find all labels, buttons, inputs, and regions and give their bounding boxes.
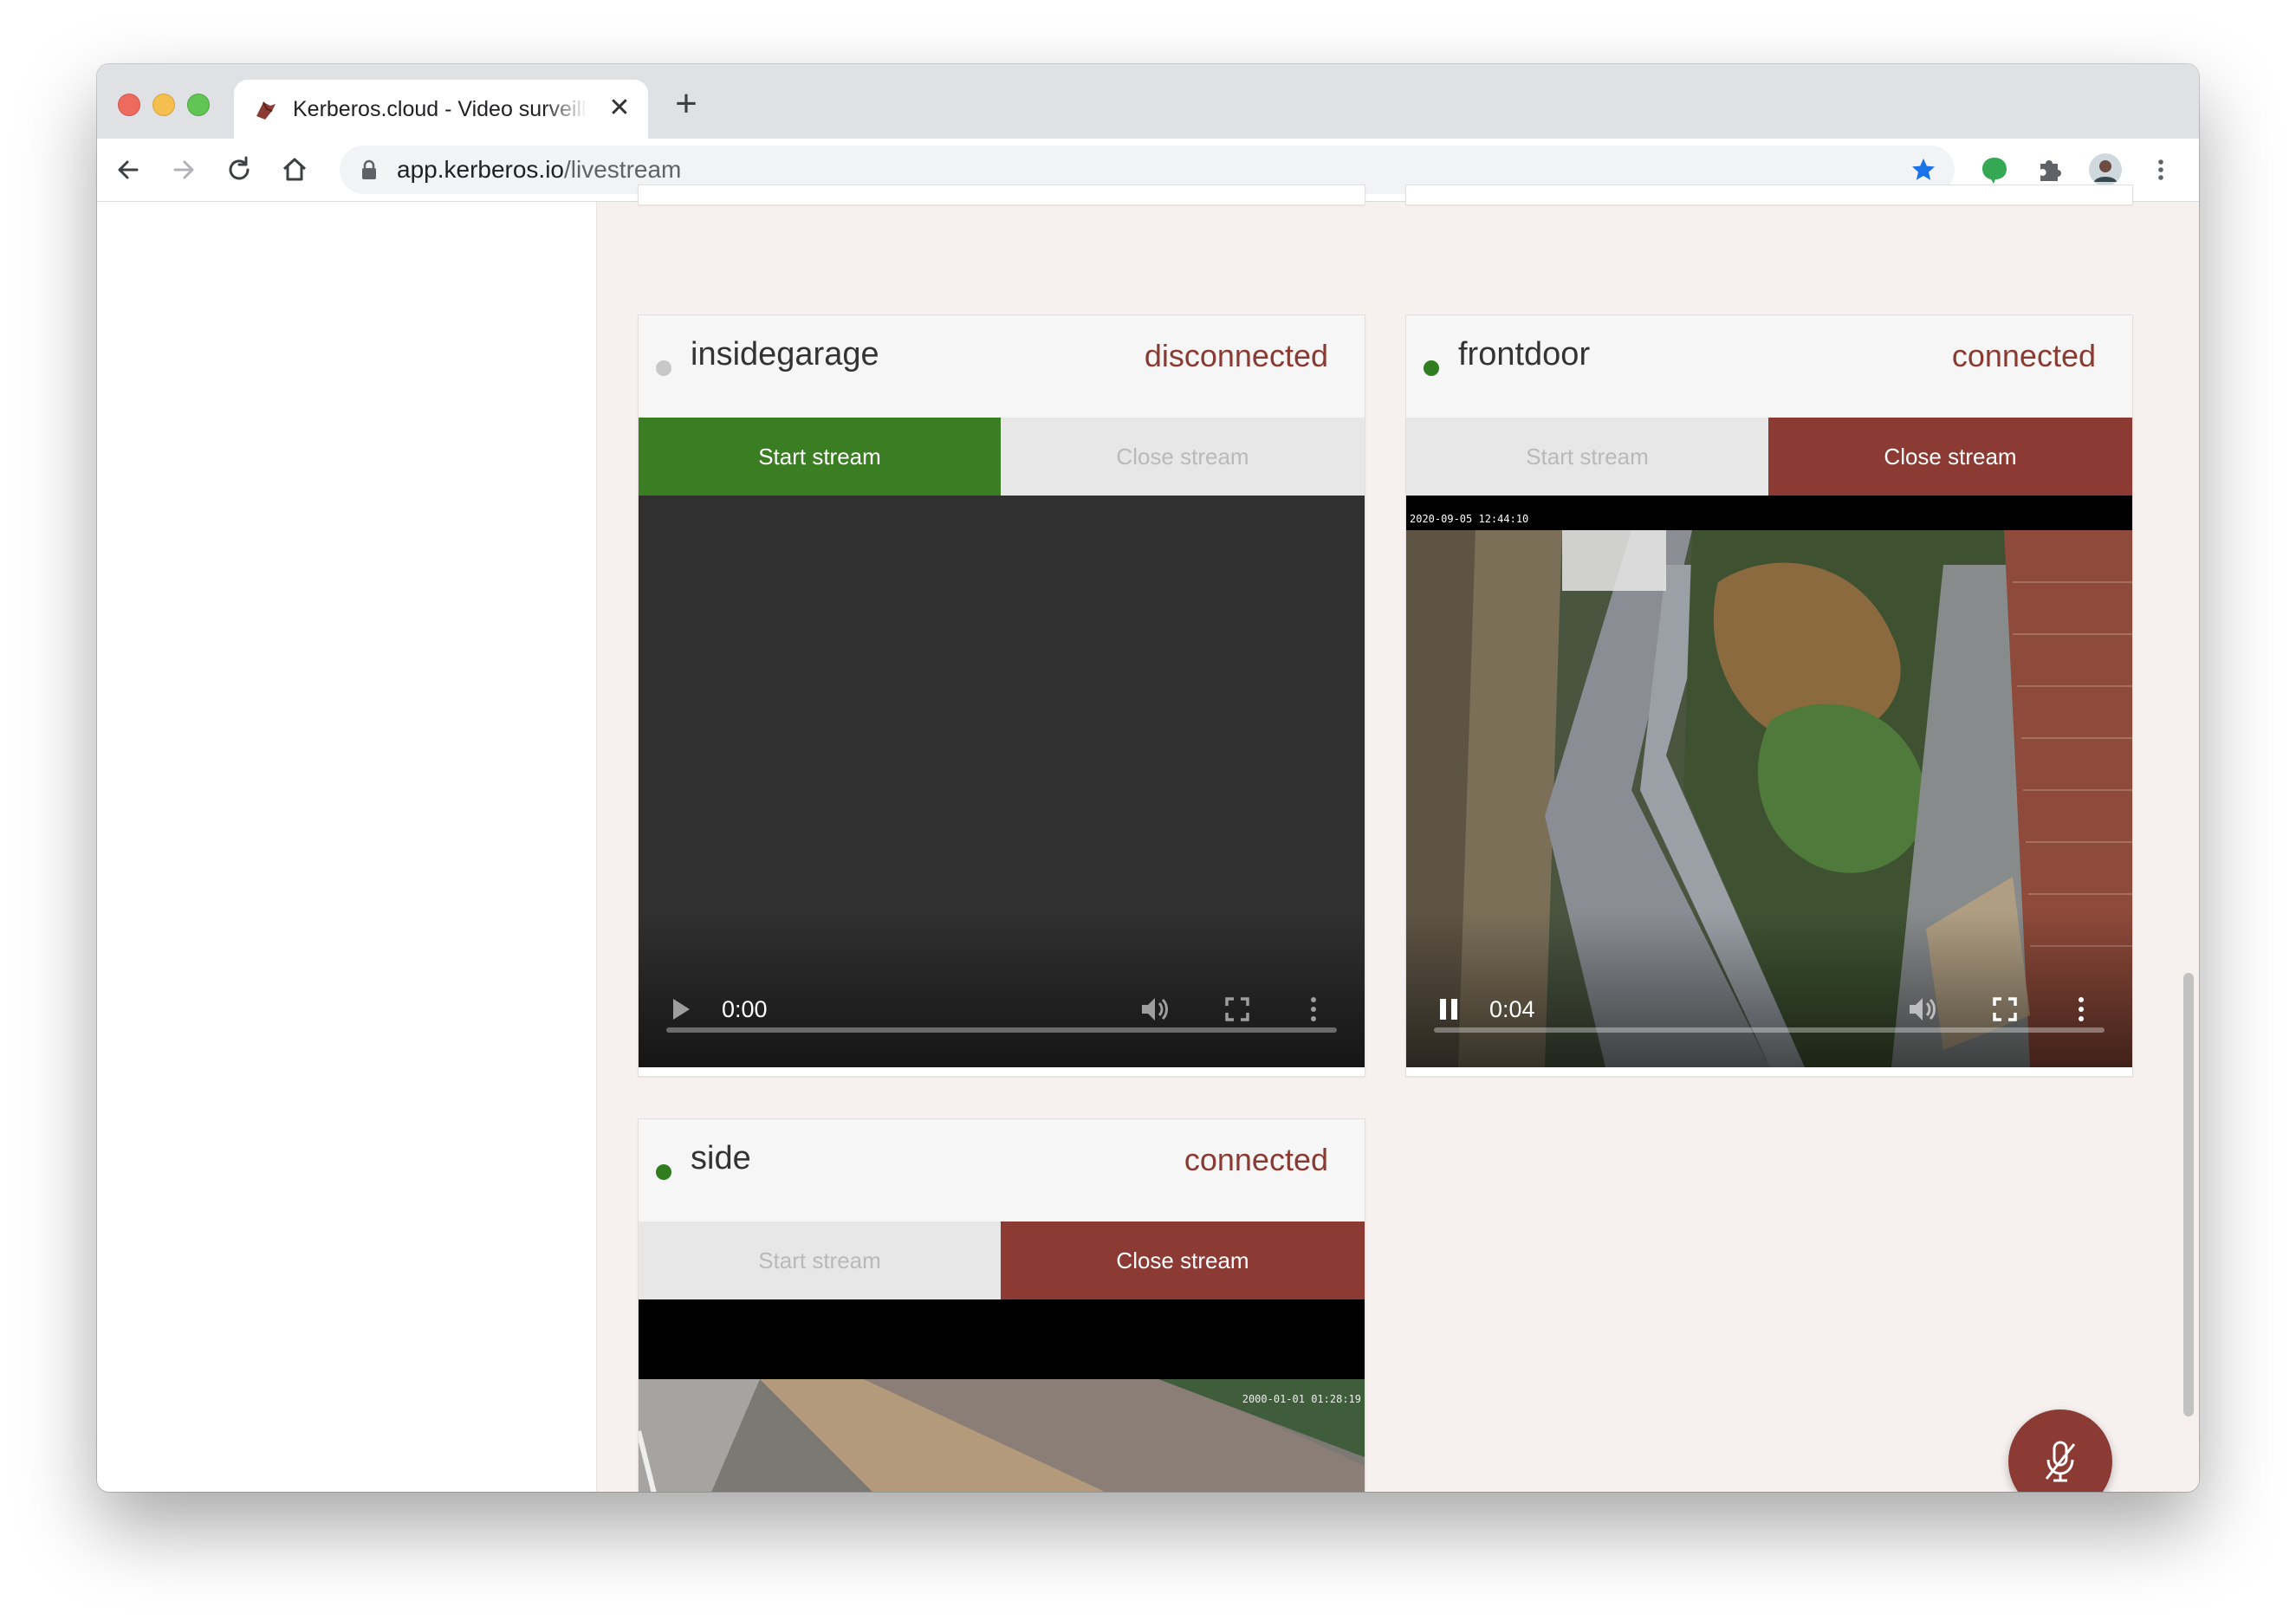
video-controls: 0:00 bbox=[639, 911, 1365, 1067]
close-tab-icon[interactable]: ✕ bbox=[606, 95, 632, 121]
profile-avatar[interactable] bbox=[2088, 152, 2123, 187]
camera-card-header: frontdoor connected bbox=[1406, 315, 2132, 418]
play-icon[interactable] bbox=[670, 996, 692, 1022]
video-more-icon[interactable] bbox=[2075, 996, 2087, 1022]
video-time: 0:04 bbox=[1489, 996, 1535, 1022]
camera-card-partial bbox=[1405, 185, 2133, 205]
mute-microphone-button[interactable] bbox=[2008, 1409, 2112, 1492]
camera-status: disconnected bbox=[1144, 338, 1328, 373]
camera-name: frontdoor bbox=[1458, 336, 1591, 373]
start-stream-button[interactable]: Start stream bbox=[1406, 418, 1768, 496]
video-player[interactable]: 0:00 bbox=[639, 496, 1365, 1067]
fullscreen-icon[interactable] bbox=[1224, 996, 1250, 1022]
status-indicator-icon bbox=[656, 1164, 671, 1180]
volume-icon[interactable] bbox=[1139, 995, 1171, 1024]
video-more-icon[interactable] bbox=[1307, 996, 1320, 1022]
home-icon[interactable] bbox=[277, 152, 312, 187]
video-time: 0:00 bbox=[722, 996, 768, 1022]
camera-status: connected bbox=[1184, 1142, 1328, 1177]
start-stream-button[interactable]: Start stream bbox=[639, 418, 1001, 496]
close-stream-button[interactable]: Close stream bbox=[1768, 418, 2132, 496]
new-tab-button[interactable]: + bbox=[669, 85, 704, 123]
video-progress-bar[interactable] bbox=[1434, 1027, 2105, 1033]
scrollbar-thumb[interactable] bbox=[2183, 973, 2194, 1416]
tab-strip: Kerberos.cloud - Video surveillance ✕ + bbox=[97, 64, 2199, 139]
video-player[interactable]: 2020-09-05 12:44:10 0:04 bbox=[1406, 496, 2132, 1067]
camera-card-header: insidegarage disconnected bbox=[639, 315, 1365, 418]
lock-icon bbox=[362, 159, 376, 179]
back-arrow-icon[interactable] bbox=[111, 152, 146, 187]
url-text[interactable]: app.kerberos.io/livestream bbox=[397, 156, 681, 184]
camera-card-side: side connected Start stream Close stream… bbox=[638, 1118, 1365, 1492]
close-window-button[interactable] bbox=[118, 94, 140, 116]
camera-card-header: side connected bbox=[639, 1119, 1365, 1221]
sidebar bbox=[97, 202, 597, 1492]
status-indicator-icon bbox=[1424, 360, 1439, 376]
start-stream-button[interactable]: Start stream bbox=[639, 1221, 1001, 1299]
camera-name: side bbox=[691, 1140, 751, 1176]
green-extension-icon[interactable] bbox=[1977, 152, 2012, 187]
camera-card-insidegarage: insidegarage disconnected Start stream C… bbox=[638, 314, 1365, 1077]
camera-card-frontdoor: frontdoor connected Start stream Close s… bbox=[1405, 314, 2133, 1077]
url-path: /livestream bbox=[564, 156, 682, 183]
camera-card-partial bbox=[638, 185, 1365, 205]
page-scrollbar[interactable] bbox=[2178, 202, 2199, 1492]
fullscreen-icon[interactable] bbox=[1992, 996, 2018, 1022]
forward-arrow-icon[interactable] bbox=[166, 152, 201, 187]
url-domain: app.kerberos.io bbox=[397, 156, 565, 183]
status-indicator-icon bbox=[656, 360, 671, 376]
microphone-muted-icon bbox=[2045, 1441, 2076, 1482]
close-stream-button[interactable]: Close stream bbox=[1001, 1221, 1365, 1299]
browser-tab-active[interactable]: Kerberos.cloud - Video surveillance ✕ bbox=[234, 80, 648, 139]
minimize-window-button[interactable] bbox=[152, 94, 175, 116]
volume-icon[interactable] bbox=[1907, 995, 1938, 1024]
browser-window: Kerberos.cloud - Video surveillance ✕ + … bbox=[97, 64, 2199, 1492]
zoom-window-button[interactable] bbox=[187, 94, 210, 116]
puzzle-icon[interactable] bbox=[2033, 152, 2067, 187]
kebab-menu-icon[interactable] bbox=[2144, 152, 2178, 187]
video-timestamp-overlay: 2000-01-01 01:28:19 bbox=[1242, 1393, 1361, 1405]
video-timestamp-overlay: 2020-09-05 12:44:10 bbox=[1410, 513, 1529, 525]
video-player[interactable]: 2000-01-01 01:28:19 bbox=[639, 1299, 1365, 1492]
page-content: insidegarage disconnected Start stream C… bbox=[97, 185, 2199, 1492]
pause-icon[interactable] bbox=[1437, 996, 1460, 1022]
video-controls: 0:04 bbox=[1406, 911, 2132, 1067]
tab-title: Kerberos.cloud - Video surveillance bbox=[293, 97, 587, 121]
close-stream-button[interactable]: Close stream bbox=[1001, 418, 1365, 496]
reload-icon[interactable] bbox=[222, 152, 256, 187]
kerberos-favicon-icon bbox=[256, 101, 276, 120]
star-icon[interactable] bbox=[1910, 156, 1937, 184]
camera-name: insidegarage bbox=[691, 336, 879, 373]
camera-status: connected bbox=[1951, 338, 2096, 373]
video-progress-bar[interactable] bbox=[666, 1027, 1337, 1033]
